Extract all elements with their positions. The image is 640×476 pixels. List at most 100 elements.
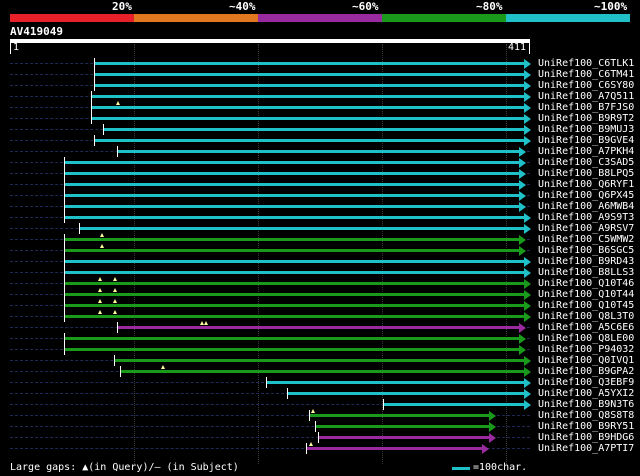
hit-bar[interactable]	[65, 337, 519, 340]
hit-start-tick	[309, 410, 311, 421]
hit-bar[interactable]	[65, 216, 524, 219]
hit-arrow	[518, 180, 526, 190]
hit-bar[interactable]	[65, 293, 524, 296]
hit-label[interactable]: UniRef100_B9N3T6	[538, 399, 634, 410]
hit-arrow	[524, 136, 531, 146]
hit-bar[interactable]	[65, 249, 519, 252]
hit-label[interactable]: UniRef100_C5WMW2	[538, 234, 634, 245]
hit-bar[interactable]	[92, 117, 524, 120]
hit-label[interactable]: UniRef100_Q10T46	[538, 278, 634, 289]
hit-label[interactable]: UniRef100_B8LPQ5	[538, 168, 634, 179]
hit-bar[interactable]	[65, 260, 524, 263]
hit-arrow	[524, 389, 531, 399]
hit-arrow	[524, 301, 531, 311]
hit-label[interactable]: UniRef100_A7Q511	[538, 91, 634, 102]
hit-label[interactable]: UniRef100_Q8LE00	[538, 333, 634, 344]
hit-label[interactable]: UniRef100_B9RY51	[538, 421, 634, 432]
scale-label: ~100%	[594, 0, 628, 13]
hit-label[interactable]: UniRef100_B9GVE4	[538, 135, 634, 146]
hit-bar[interactable]	[288, 392, 524, 395]
hit-label[interactable]: UniRef100_C6TM41	[538, 69, 634, 80]
hit-bar[interactable]	[318, 436, 490, 439]
hit-label[interactable]: UniRef100_Q6RYF1	[538, 179, 634, 190]
hit-label[interactable]: UniRef100_Q8L3T0	[538, 311, 634, 322]
hit-start-tick	[64, 256, 66, 267]
hit-bar[interactable]	[118, 150, 519, 153]
hit-label[interactable]: UniRef100_B9HDG6	[538, 432, 634, 443]
hit-bar[interactable]	[92, 106, 524, 109]
hit-label[interactable]: UniRef100_Q8S8T8	[538, 410, 634, 421]
hit-label[interactable]: UniRef100_C6SY80	[538, 80, 634, 91]
hit-start-tick	[64, 289, 66, 300]
hit-label[interactable]: UniRef100_Q0IVQ1	[538, 355, 634, 366]
hit-bar[interactable]	[65, 172, 519, 175]
query-gap-marker	[113, 310, 118, 314]
hit-bar[interactable]	[65, 271, 524, 274]
hit-bar[interactable]	[65, 194, 519, 197]
hit-label[interactable]: UniRef100_B9GPA2	[538, 366, 634, 377]
hit-label[interactable]: UniRef100_Q3EBF9	[538, 377, 634, 388]
hit-bar[interactable]	[92, 95, 524, 98]
hit-label[interactable]: UniRef100_C3SAD5	[538, 157, 634, 168]
hit-label[interactable]: UniRef100_A5YXI2	[538, 388, 634, 399]
hit-bar[interactable]	[65, 205, 519, 208]
hit-label[interactable]: UniRef100_B9MUJ3	[538, 124, 634, 135]
hit-start-tick	[114, 355, 116, 366]
query-start-label: 1	[13, 42, 20, 53]
hit-bar[interactable]	[65, 282, 524, 285]
hit-label[interactable]: UniRef100_A5C6E6	[538, 322, 634, 333]
hit-bar[interactable]	[383, 403, 524, 406]
scale-label: ~80%	[476, 0, 503, 13]
hit-label[interactable]: UniRef100_A9RSV7	[538, 223, 634, 234]
hit-arrow	[524, 312, 531, 322]
scale-label: 20%	[112, 0, 132, 13]
hit-bar[interactable]	[266, 381, 524, 384]
hit-label[interactable]: UniRef100_C6TLK1	[538, 58, 634, 69]
hit-start-tick	[64, 212, 66, 223]
hit-label[interactable]: UniRef100_Q10T44	[538, 289, 634, 300]
hit-bar[interactable]	[65, 183, 519, 186]
hit-label[interactable]: UniRef100_P94032	[538, 344, 634, 355]
hit-label[interactable]: UniRef100_B7FJS0	[538, 102, 634, 113]
hit-bar[interactable]	[65, 348, 519, 351]
hit-bar[interactable]	[120, 370, 524, 373]
hit-label[interactable]: UniRef100_A6MWB4	[538, 201, 634, 212]
hit-label[interactable]: UniRef100_B9RD43	[538, 256, 634, 267]
hit-label[interactable]: UniRef100_A7PKH4	[538, 146, 634, 157]
scale-legend: =100char.	[473, 462, 528, 473]
hit-bar[interactable]	[65, 161, 519, 164]
hit-start-tick	[305, 443, 307, 454]
hit-bar[interactable]	[95, 73, 524, 76]
hit-arrow	[524, 268, 531, 278]
hit-bar[interactable]	[95, 139, 524, 142]
scale-segment	[134, 14, 258, 22]
hit-bar[interactable]	[310, 414, 490, 417]
hit-label[interactable]: UniRef100_Q10T45	[538, 300, 634, 311]
hit-arrow	[518, 158, 526, 168]
hit-bar[interactable]	[315, 425, 490, 428]
scale-label: ~40%	[229, 0, 256, 13]
hit-arrow	[489, 411, 497, 421]
hit-bar[interactable]	[80, 227, 524, 230]
hit-start-tick	[102, 124, 104, 135]
hit-bar[interactable]	[95, 84, 524, 87]
hit-bar[interactable]	[118, 326, 519, 329]
hit-label[interactable]: UniRef100_B8LLS3	[538, 267, 634, 278]
hit-arrow	[524, 81, 531, 91]
hit-start-tick	[64, 157, 66, 168]
hit-arrow	[518, 246, 526, 256]
hit-label[interactable]: UniRef100_A9S9T3	[538, 212, 634, 223]
hit-label[interactable]: UniRef100_B9R9T2	[538, 113, 634, 124]
hit-bar[interactable]	[306, 447, 483, 450]
hit-bar[interactable]	[115, 359, 524, 362]
hit-label[interactable]: UniRef100_B6SGC5	[538, 245, 634, 256]
hit-bar[interactable]	[103, 128, 524, 131]
hit-bar[interactable]	[65, 304, 524, 307]
hit-bar[interactable]	[65, 315, 524, 318]
hit-start-tick	[64, 333, 66, 344]
hit-start-tick	[91, 102, 93, 113]
hit-bar[interactable]	[65, 238, 519, 241]
hit-bar[interactable]	[95, 62, 524, 65]
hit-label[interactable]: UniRef100_A7PTI7	[538, 443, 634, 454]
hit-label[interactable]: UniRef100_Q6PX45	[538, 190, 634, 201]
